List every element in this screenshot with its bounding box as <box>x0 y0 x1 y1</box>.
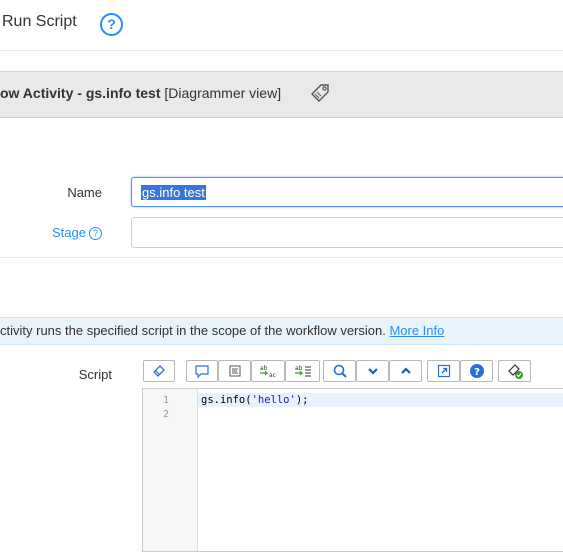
previous-button[interactable] <box>389 360 422 382</box>
fullscreen-icon <box>437 364 450 378</box>
svg-text:ac: ac <box>269 372 276 379</box>
help-icon[interactable]: ? <box>100 13 123 36</box>
more-info-link[interactable]: More Info <box>389 323 444 338</box>
line-number: 1 <box>162 395 169 406</box>
script-help-button[interactable]: ? <box>460 360 493 382</box>
replace-all-button[interactable]: ab <box>285 360 320 382</box>
svg-text:ab: ab <box>295 365 303 372</box>
script-check-button[interactable] <box>498 360 531 382</box>
comment-icon <box>195 365 209 379</box>
code-string: 'hello' <box>251 394 296 406</box>
replace-button[interactable]: ab ac <box>251 360 285 382</box>
next-button[interactable] <box>356 360 389 382</box>
stage-field[interactable] <box>131 217 563 248</box>
format-button[interactable] <box>218 360 251 382</box>
toggle-syntax-icon <box>153 365 165 377</box>
page-title: Run Script <box>2 13 77 30</box>
view-mode: [Diagrammer view] <box>160 85 282 101</box>
svg-text:?: ? <box>474 367 480 378</box>
divider <box>0 257 563 258</box>
script-editor[interactable] <box>142 388 563 552</box>
script-check-icon <box>507 364 523 379</box>
help-icon: ? <box>469 364 484 378</box>
search-button[interactable] <box>323 360 356 382</box>
activity-title: ow Activity - gs.info test [Diagrammer v… <box>0 85 281 101</box>
replace-icon: abac <box>260 365 276 379</box>
info-text: ctivity runs the specified script in the… <box>0 323 390 338</box>
script-label: Script <box>78 367 112 382</box>
search-icon <box>333 364 347 378</box>
code-line[interactable]: gs.info('hello'); <box>201 394 309 406</box>
chevron-up-icon <box>400 367 411 374</box>
code-text: gs.info( <box>201 394 252 406</box>
name-field-value[interactable]: gs.info test <box>141 185 206 200</box>
code-text: ); <box>295 394 309 406</box>
tag-icon[interactable] <box>309 82 331 104</box>
activity-name: ow Activity - gs.info test <box>0 85 161 101</box>
name-label: Name <box>67 185 102 200</box>
format-icon <box>229 365 240 377</box>
divider <box>0 50 563 51</box>
comment-button[interactable] <box>186 360 218 382</box>
replace-all-icon: ab <box>294 365 311 377</box>
line-number: 2 <box>162 409 169 420</box>
info-message: ctivity runs the specified script in the… <box>0 323 444 338</box>
svg-text:ab: ab <box>260 365 268 372</box>
chevron-down-icon <box>367 368 378 375</box>
stage-help-icon[interactable]: ? <box>89 227 102 240</box>
stage-label-text: Stage <box>52 225 86 240</box>
fullscreen-button[interactable] <box>427 360 460 382</box>
toggle-syntax-button[interactable] <box>143 360 175 382</box>
